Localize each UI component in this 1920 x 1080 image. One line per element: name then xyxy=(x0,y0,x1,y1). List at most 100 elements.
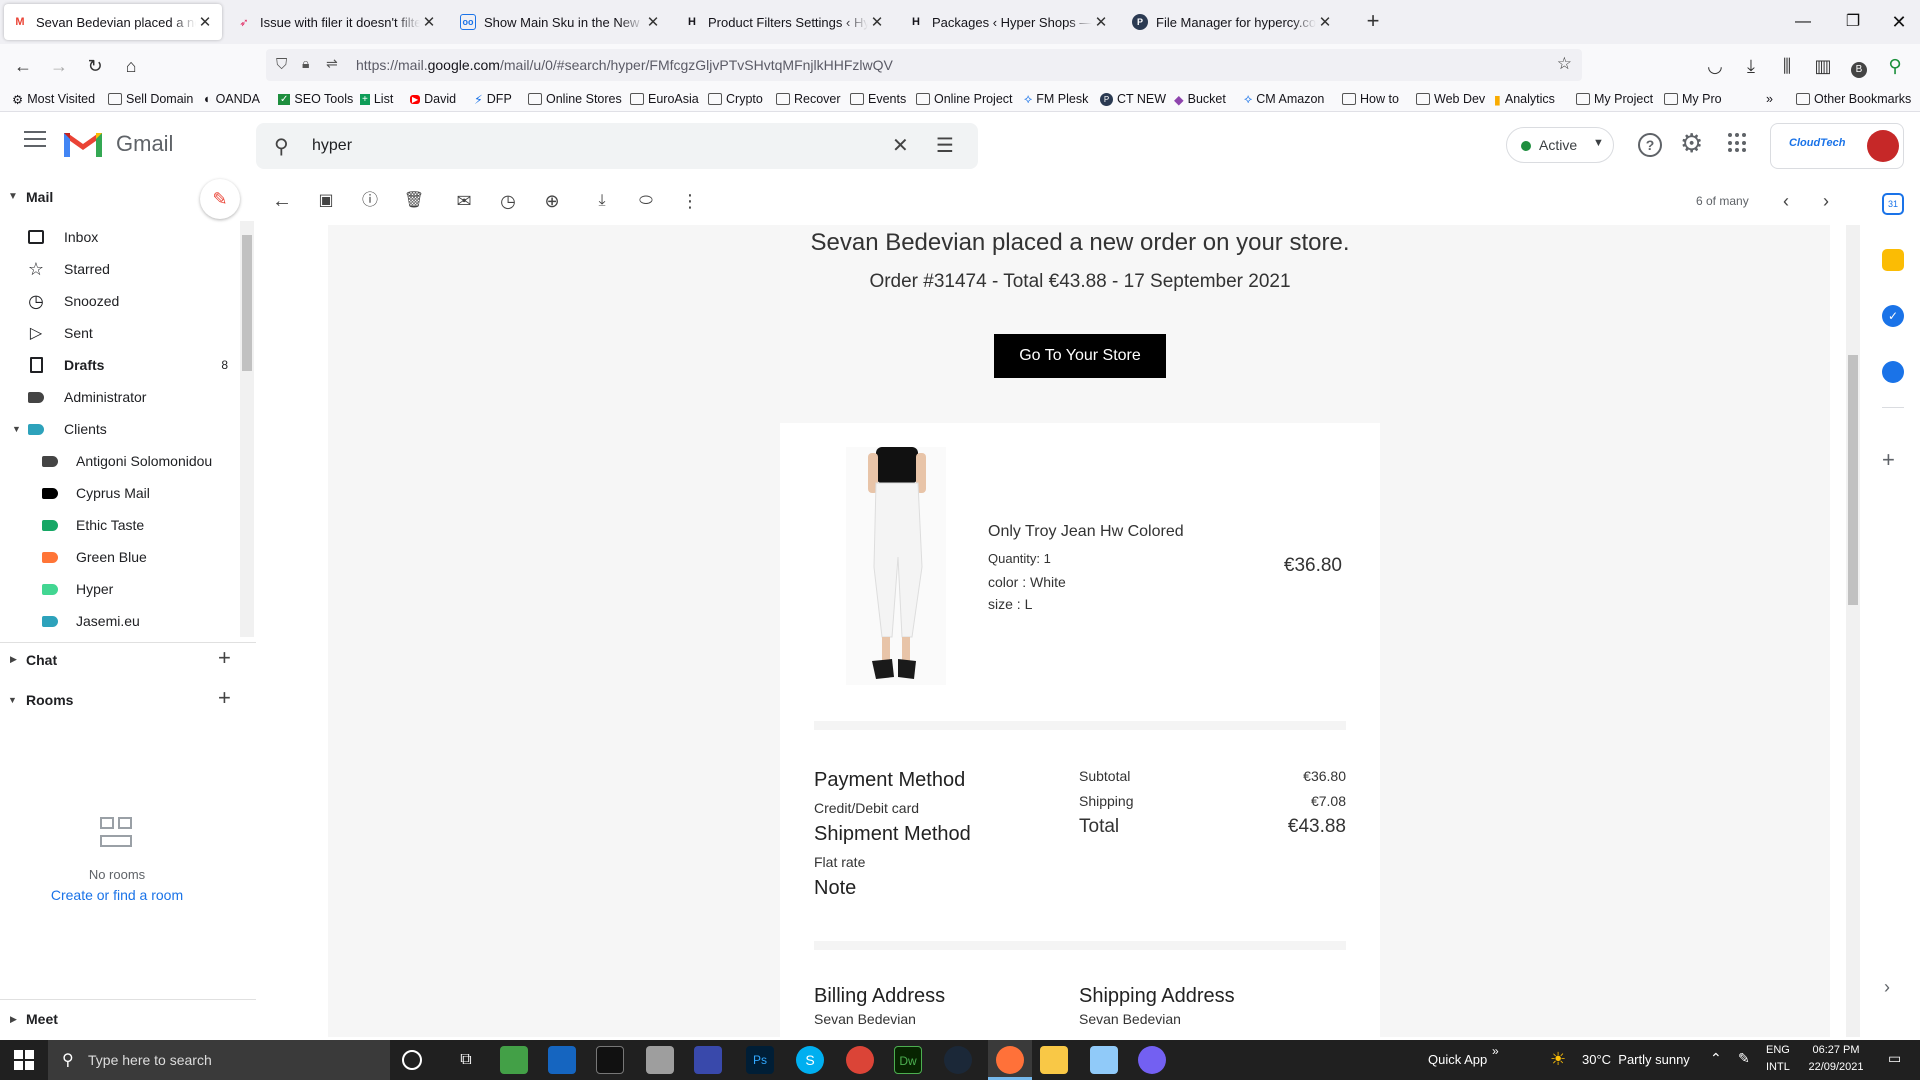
close-window-button[interactable]: ✕ xyxy=(1874,0,1920,44)
scrollbar-thumb[interactable] xyxy=(242,235,252,371)
language-variant[interactable]: INTL xyxy=(1766,1061,1790,1073)
sidebar-item-sent[interactable]: ▷ Sent xyxy=(0,317,240,349)
bookmark-dfp[interactable]: ⚡ DFP xyxy=(474,90,512,108)
tab-show-sku[interactable]: oo Show Main Sku in the New order email … xyxy=(452,4,670,40)
weather-text[interactable]: 30°C Partly sunny xyxy=(1582,1052,1690,1067)
bookmark-analytics[interactable]: ▮ Analytics xyxy=(1494,90,1555,108)
notifications-icon[interactable]: ▭ xyxy=(1888,1050,1901,1067)
library-icon[interactable]: ⫼ xyxy=(1774,53,1800,79)
snooze-icon[interactable]: ◷ xyxy=(496,189,520,213)
app-skype-icon[interactable]: S xyxy=(796,1046,824,1074)
collapse-mail-icon[interactable]: ▼ xyxy=(8,191,18,202)
calendar-icon[interactable]: 31 xyxy=(1882,193,1904,215)
tab-product-filters[interactable]: H Product Filters Settings ‹ Hyper ✕ xyxy=(676,4,894,40)
gmail-logo-icon[interactable] xyxy=(64,129,102,157)
keep-icon[interactable] xyxy=(1882,249,1904,271)
pen-icon[interactable]: ✎ xyxy=(1738,1050,1750,1067)
tab-issue[interactable]: ➶ Issue with filer it doesn't filter on … xyxy=(228,4,446,40)
archive-icon[interactable]: ▣ xyxy=(314,189,338,213)
bookmark-my-pro[interactable]: My Pro xyxy=(1664,90,1722,108)
bookmark-most-visited[interactable]: ⚙ Most Visited xyxy=(12,90,95,108)
search-options-icon[interactable]: ☰ xyxy=(936,133,954,158)
label-as-icon[interactable]: ⬭ xyxy=(634,189,658,213)
back-button[interactable]: ← xyxy=(10,53,36,79)
bookmark-list[interactable]: + List xyxy=(360,90,393,108)
extension-icon[interactable]: ⚲ xyxy=(1882,53,1908,79)
lock-icon[interactable]: 🔒︎ xyxy=(302,55,309,72)
contacts-icon[interactable] xyxy=(1882,361,1904,383)
help-icon[interactable]: ? xyxy=(1638,133,1662,157)
sidebar-item-snoozed[interactable]: ◷ Snoozed xyxy=(0,285,240,317)
add-task-icon[interactable]: ⊕ xyxy=(540,189,564,213)
home-button[interactable]: ⌂ xyxy=(118,53,144,79)
app-firefox-active[interactable] xyxy=(988,1040,1032,1080)
close-tab-icon[interactable]: ✕ xyxy=(1092,13,1110,31)
bookmark-my-project[interactable]: My Project xyxy=(1576,90,1653,108)
bookmark-other[interactable]: Other Bookmarks xyxy=(1796,90,1911,108)
sidebar-item-administrator[interactable]: Administrator xyxy=(0,381,240,413)
report-spam-icon[interactable]: ⓘ xyxy=(358,189,382,213)
more-options-icon[interactable]: ⋮ xyxy=(678,189,702,213)
app-photoshop-icon[interactable]: Ps xyxy=(746,1046,774,1074)
back-to-list-icon[interactable]: ← xyxy=(270,189,294,213)
main-menu-icon[interactable] xyxy=(24,131,46,149)
expand-arrow-icon[interactable]: ▼ xyxy=(12,424,21,434)
go-to-store-button[interactable]: Go To Your Store xyxy=(994,334,1166,378)
search-icon[interactable]: ⚲ xyxy=(274,134,289,159)
scrollbar-thumb[interactable] xyxy=(1848,355,1858,605)
new-tab-button[interactable]: + xyxy=(1360,8,1386,36)
windows-start-icon[interactable] xyxy=(14,1050,34,1070)
forward-button[interactable]: → xyxy=(46,53,72,79)
sidebar-item-cyprus-mail[interactable]: Cyprus Mail xyxy=(0,477,240,509)
restore-button[interactable]: ❐ xyxy=(1828,0,1878,44)
expand-meet-icon[interactable]: ▶ xyxy=(10,1014,17,1025)
app-network-icon[interactable] xyxy=(548,1046,576,1074)
bookmark-oanda[interactable]: ◐ OANDA xyxy=(204,90,260,108)
sidebar-item-ethic-taste[interactable]: Ethic Taste xyxy=(0,509,240,541)
mail-section-header[interactable]: Mail xyxy=(26,189,53,205)
delete-icon[interactable]: 🗑︎ xyxy=(402,189,426,213)
pocket-icon[interactable]: ◡ xyxy=(1702,53,1728,79)
compose-button[interactable]: ✎ xyxy=(200,179,240,219)
quick-app-expand-icon[interactable]: » xyxy=(1492,1044,1499,1058)
cortana-icon[interactable] xyxy=(402,1050,422,1070)
minimize-button[interactable]: — xyxy=(1778,0,1828,44)
bookmark-david[interactable]: ▶ David xyxy=(410,90,456,108)
avatar[interactable] xyxy=(1867,130,1899,162)
sidebar-item-antigoni[interactable]: Antigoni Solomonidou xyxy=(0,445,240,477)
bookmark-seo-tools[interactable]: ✓ SEO Tools xyxy=(278,90,353,108)
app-file-explorer-icon[interactable] xyxy=(1040,1046,1068,1074)
app-dreamweaver-icon[interactable]: Dw xyxy=(894,1046,922,1074)
expand-chat-icon[interactable]: ▶ xyxy=(10,654,17,665)
add-chat-icon[interactable]: + xyxy=(218,645,231,671)
bookmark-how-to[interactable]: How to xyxy=(1342,90,1399,108)
create-room-link[interactable]: Create or find a room xyxy=(0,887,234,903)
app-notepad-icon[interactable] xyxy=(500,1046,528,1074)
apps-grid-icon[interactable] xyxy=(1728,133,1748,153)
bookmark-bucket[interactable]: ◆ Bucket xyxy=(1174,90,1226,108)
quick-app-label[interactable]: Quick App xyxy=(1428,1052,1487,1067)
close-tab-icon[interactable]: ✕ xyxy=(196,13,214,31)
tab-file-manager[interactable]: P File Manager for hypercy.com - Plesk ✕ xyxy=(1124,4,1342,40)
bookmark-ct-new[interactable]: P CT NEW xyxy=(1100,90,1166,108)
mark-unread-icon[interactable]: ✉ xyxy=(452,189,476,213)
sidebar-item-clients[interactable]: ▼ Clients xyxy=(0,413,240,445)
tab-packages[interactable]: H Packages ‹ Hyper Shops — WordPress ✕ xyxy=(900,4,1118,40)
language-code[interactable]: ENG xyxy=(1766,1044,1790,1056)
add-room-icon[interactable]: + xyxy=(218,685,231,711)
sidebar-item-inbox[interactable]: Inbox xyxy=(0,221,240,253)
account-switcher[interactable]: CloudTech xyxy=(1770,123,1904,169)
product-image[interactable] xyxy=(846,447,946,685)
newer-icon[interactable]: ‹ xyxy=(1774,189,1798,213)
bookmark-euroasia[interactable]: EuroAsia xyxy=(630,90,699,108)
bookmark-web-dev[interactable]: Web Dev xyxy=(1416,90,1485,108)
bookmark-events[interactable]: Events xyxy=(850,90,906,108)
search-input[interactable]: hyper xyxy=(312,137,352,155)
tray-expand-icon[interactable]: ⌃ xyxy=(1710,1050,1722,1067)
bookmark-sell-domain[interactable]: Sell Domain xyxy=(108,90,193,108)
task-view-icon[interactable]: ⧉ xyxy=(452,1046,480,1074)
bookmark-recover[interactable]: Recover xyxy=(776,90,841,108)
move-to-icon[interactable]: ⤓ xyxy=(590,189,614,213)
close-tab-icon[interactable]: ✕ xyxy=(644,13,662,31)
sidebar-item-hyper[interactable]: Hyper xyxy=(0,573,240,605)
